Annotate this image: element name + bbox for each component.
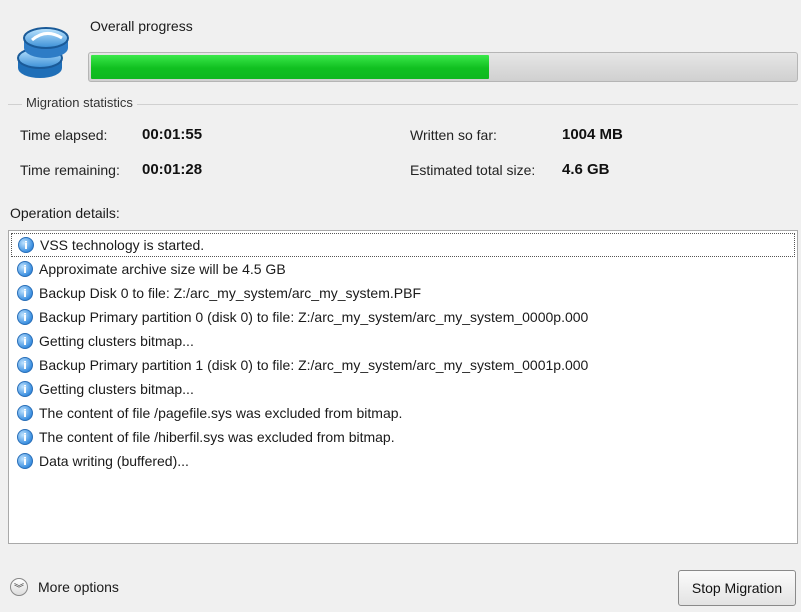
more-options-toggle[interactable]: ︾ More options xyxy=(10,578,119,596)
log-item[interactable]: i VSS technology is started. xyxy=(11,233,795,257)
time-elapsed-label: Time elapsed: xyxy=(20,127,108,143)
log-item[interactable]: i Backup Primary partition 1 (disk 0) to … xyxy=(9,353,797,377)
time-remaining-label: Time remaining: xyxy=(20,162,120,178)
disk-stack-icon xyxy=(12,24,74,86)
log-item-text: Getting clusters bitmap... xyxy=(39,381,194,397)
overall-progress-label: Overall progress xyxy=(90,18,193,34)
overall-progress-bar xyxy=(88,52,798,82)
log-list: i VSS technology is started. i Approximate … xyxy=(9,231,797,473)
info-icon: i xyxy=(17,285,33,301)
written-so-far-label: Written so far: xyxy=(410,127,497,143)
info-icon: i xyxy=(17,429,33,445)
log-item-text: Data writing (buffered)... xyxy=(39,453,189,469)
log-item[interactable]: i Getting clusters bitmap... xyxy=(9,377,797,401)
operation-details-list[interactable]: i VSS technology is started. i Approximate … xyxy=(8,230,798,544)
log-item[interactable]: i Getting clusters bitmap... xyxy=(9,329,797,353)
statistics-title: Migration statistics xyxy=(22,95,137,110)
time-remaining-value: 00:01:28 xyxy=(142,161,203,178)
info-icon: i xyxy=(17,381,33,397)
info-icon: i xyxy=(17,333,33,349)
log-item[interactable]: i Approximate archive size will be 4.5 GB xyxy=(9,257,797,281)
time-elapsed-value: 00:01:55 xyxy=(142,126,203,143)
operation-details-label: Operation details: xyxy=(10,205,120,221)
info-icon: i xyxy=(18,237,34,253)
stop-migration-button[interactable]: Stop Migration xyxy=(678,570,796,606)
log-item-text: The content of file /hiberfil.sys was ex… xyxy=(39,429,395,445)
log-item-text: Backup Primary partition 0 (disk 0) to f… xyxy=(39,309,589,325)
migration-statistics-group xyxy=(8,104,798,194)
written-so-far-value: 1004 MB xyxy=(562,126,623,143)
double-chevron-down-icon: ︾ xyxy=(10,578,28,596)
log-item-text: Approximate archive size will be 4.5 GB xyxy=(39,261,286,277)
log-item-text: The content of file /pagefile.sys was ex… xyxy=(39,405,403,421)
log-item[interactable]: i Data writing (buffered)... xyxy=(9,449,797,473)
info-icon: i xyxy=(17,261,33,277)
estimated-total-size-label: Estimated total size: xyxy=(410,162,536,178)
info-icon: i xyxy=(17,405,33,421)
progress-fill xyxy=(91,55,489,79)
info-icon: i xyxy=(17,453,33,469)
log-item[interactable]: i Backup Primary partition 0 (disk 0) to … xyxy=(9,305,797,329)
more-options-label: More options xyxy=(38,579,119,595)
info-icon: i xyxy=(17,357,33,373)
info-icon: i xyxy=(17,309,33,325)
log-item[interactable]: i Backup Disk 0 to file: Z:/arc_my_system… xyxy=(9,281,797,305)
log-item[interactable]: i The content of file /pagefile.sys was e… xyxy=(9,401,797,425)
log-item-text: Backup Disk 0 to file: Z:/arc_my_system/… xyxy=(39,285,421,301)
log-item-text: VSS technology is started. xyxy=(40,237,205,253)
log-item-text: Getting clusters bitmap... xyxy=(39,333,194,349)
log-item-text: Backup Primary partition 1 (disk 0) to f… xyxy=(39,357,589,373)
log-item[interactable]: i The content of file /hiberfil.sys was e… xyxy=(9,425,797,449)
estimated-total-size-value: 4.6 GB xyxy=(562,161,610,178)
